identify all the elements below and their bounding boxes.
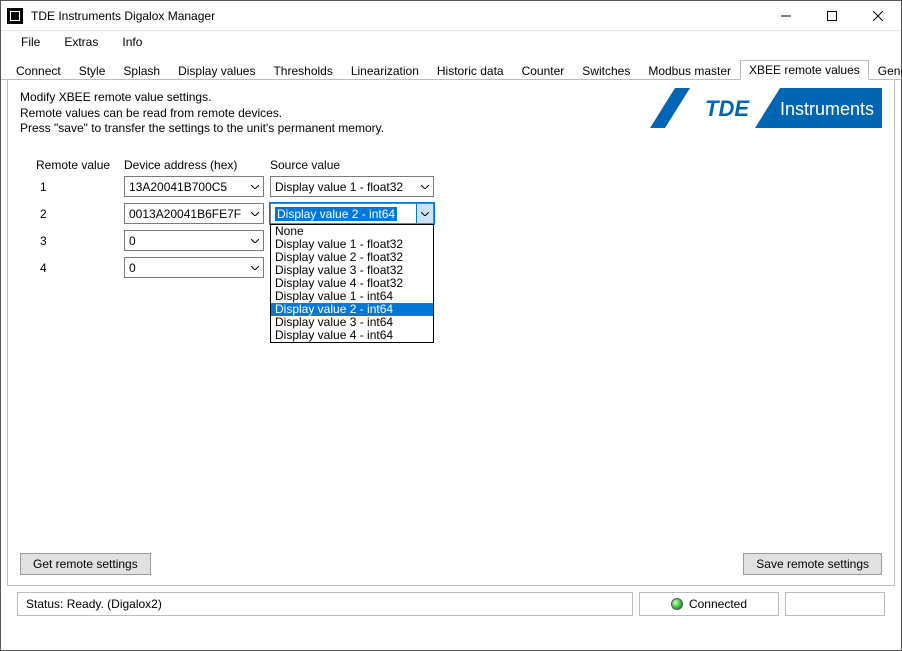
row-2-source-value: Display value 2 - int64 <box>275 207 397 221</box>
row-3-address-combo[interactable]: 0 <box>124 230 264 251</box>
close-button[interactable] <box>855 1 901 31</box>
header-source-value: Source value <box>270 158 340 172</box>
menu-extras[interactable]: Extras <box>52 33 110 51</box>
row-1-address-value: 13A20041B700C5 <box>129 180 227 194</box>
tab-switches[interactable]: Switches <box>573 61 639 80</box>
tab-style[interactable]: Style <box>70 61 115 80</box>
save-remote-settings-button[interactable]: Save remote settings <box>743 553 882 575</box>
window-title: TDE Instruments Digalox Manager <box>31 9 215 23</box>
tab-general[interactable]: General <box>869 61 902 80</box>
row-3-address-value: 0 <box>129 234 136 248</box>
status-text: Status: Ready. (Digalox2) <box>26 597 162 611</box>
connection-status-label: Connected <box>689 597 747 611</box>
tab-splash[interactable]: Splash <box>114 61 169 80</box>
tab-counter[interactable]: Counter <box>513 61 574 80</box>
chevron-down-icon <box>246 204 263 223</box>
statusbar: Status: Ready. (Digalox2) Connected <box>17 592 885 616</box>
chevron-down-icon <box>416 204 433 223</box>
row-4-address-combo[interactable]: 0 <box>124 257 264 278</box>
connection-status-box: Connected <box>639 592 779 616</box>
chevron-down-icon <box>246 177 263 196</box>
tab-display-values[interactable]: Display values <box>169 61 264 80</box>
maximize-button[interactable] <box>809 1 855 31</box>
get-remote-settings-button[interactable]: Get remote settings <box>20 553 151 575</box>
tab-linearization[interactable]: Linearization <box>342 61 428 80</box>
tab-connect[interactable]: Connect <box>7 61 70 80</box>
tab-modbus-master[interactable]: Modbus master <box>639 61 740 80</box>
row-4-address-value: 0 <box>129 261 136 275</box>
row-2-number: 2 <box>40 207 60 221</box>
tabbar: Connect Style Splash Display values Thre… <box>1 59 901 80</box>
menubar: File Extras Info <box>1 31 901 53</box>
tab-thresholds[interactable]: Thresholds <box>264 61 341 80</box>
row-1-number: 1 <box>40 180 60 194</box>
row-1-address-combo[interactable]: 13A20041B700C5 <box>124 176 264 197</box>
status-empty-box <box>785 592 885 616</box>
row-1-source-combo[interactable]: Display value 1 - float32 <box>270 176 434 197</box>
connection-indicator-icon <box>671 598 683 610</box>
tab-historic-data[interactable]: Historic data <box>428 61 513 80</box>
minimize-button[interactable] <box>763 1 809 31</box>
chevron-down-icon <box>416 177 433 196</box>
header-remote-value: Remote value <box>36 158 110 172</box>
brand-logo: TDE Instruments <box>650 88 882 131</box>
titlebar: TDE Instruments Digalox Manager <box>1 1 901 31</box>
bottom-button-row: Get remote settings Save remote settings <box>20 553 882 575</box>
svg-text:Instruments: Instruments <box>780 99 874 119</box>
status-text-box: Status: Ready. (Digalox2) <box>17 592 633 616</box>
menu-file[interactable]: File <box>9 33 52 51</box>
row-1-source-value: Display value 1 - float32 <box>275 180 403 194</box>
app-icon <box>7 8 23 24</box>
chevron-down-icon <box>246 231 263 250</box>
tab-xbee-remote-values[interactable]: XBEE remote values <box>740 60 869 80</box>
source-value-dropdown[interactable]: None Display value 1 - float32 Display v… <box>270 224 434 343</box>
menu-info[interactable]: Info <box>110 33 154 51</box>
header-device-address: Device address (hex) <box>124 158 237 172</box>
chevron-down-icon <box>246 258 263 277</box>
row-3-number: 3 <box>40 234 60 248</box>
row-2-address-combo[interactable]: 0013A20041B6FE7F <box>124 203 264 224</box>
row-2-address-value: 0013A20041B6FE7F <box>129 207 241 221</box>
tab-content: Modify XBEE remote value settings. Remot… <box>7 80 895 586</box>
svg-text:TDE: TDE <box>705 96 750 121</box>
option-dv4-int64[interactable]: Display value 4 - int64 <box>271 329 433 342</box>
row-2-source-combo[interactable]: Display value 2 - int64 <box>270 203 434 224</box>
row-4-number: 4 <box>40 261 60 275</box>
